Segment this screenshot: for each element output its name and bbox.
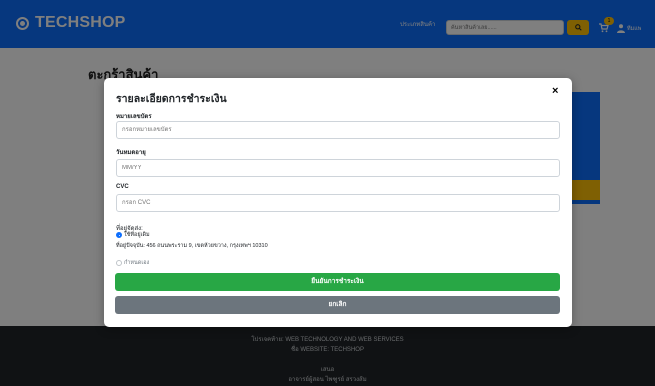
custom-address-radio[interactable] xyxy=(116,260,122,266)
current-address-text: ที่อยู่ปัจจุบัน: 456 ถนนพระราม 9, เขตห้ว… xyxy=(116,243,268,249)
expiry-label: วันหมดอายุ xyxy=(116,150,146,156)
expiry-input[interactable] xyxy=(116,159,560,177)
cvc-input[interactable] xyxy=(116,194,560,212)
payment-modal: รายละเอียดการชำระเงิน × หมายเลขบัตร วันห… xyxy=(104,78,572,327)
card-number-input[interactable] xyxy=(116,121,560,139)
use-existing-address-radio[interactable] xyxy=(116,232,122,238)
cvc-label: CVC xyxy=(116,184,129,190)
close-button[interactable]: × xyxy=(552,85,558,97)
cancel-button[interactable]: ยกเลิก xyxy=(115,296,560,314)
card-number-label: หมายเลขบัตร xyxy=(116,114,152,120)
use-existing-address-label[interactable]: ใช้ที่อยู่เดิม xyxy=(124,231,150,239)
confirm-payment-button[interactable]: ยืนยันการชำระเงิน xyxy=(115,273,560,291)
modal-title: รายละเอียดการชำระเงิน xyxy=(116,93,227,105)
custom-address-label[interactable]: กำหนดเอง xyxy=(124,259,149,267)
